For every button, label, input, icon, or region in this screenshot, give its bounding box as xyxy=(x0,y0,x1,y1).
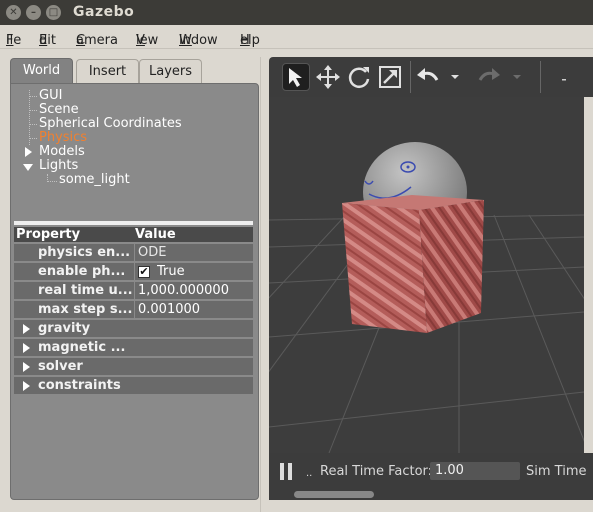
tree-guide-line xyxy=(29,124,37,125)
toolbar-overflow-icon[interactable] xyxy=(557,63,573,91)
window-maximize-button[interactable]: □ xyxy=(46,5,61,20)
tab-world[interactable]: World xyxy=(10,58,73,84)
property-value[interactable]: 1,000.000000 xyxy=(138,283,252,298)
scene-toolbar xyxy=(269,57,593,97)
world-panel: GUI Scene Spherical Coordinates Physics … xyxy=(10,83,259,500)
value-column-header: Value xyxy=(135,227,176,242)
property-group-magnetic[interactable]: magnetic ... xyxy=(14,339,253,357)
property-group-solver[interactable]: solver xyxy=(14,358,253,376)
time-panel: .. Real Time Factor: 1.00 Sim Time xyxy=(269,453,593,490)
tree-guide-line xyxy=(29,138,37,139)
property-group-constraints[interactable]: constraints xyxy=(14,377,253,395)
tab-insert[interactable]: Insert xyxy=(76,59,139,84)
property-name: physics en... xyxy=(38,245,131,260)
group-name: gravity xyxy=(38,321,91,336)
property-value[interactable]: 0.001000 xyxy=(138,302,252,317)
expand-icon[interactable] xyxy=(23,381,30,391)
undo-icon[interactable] xyxy=(414,63,442,91)
select-arrow-icon[interactable] xyxy=(282,63,310,91)
property-column-header: Property xyxy=(16,227,81,242)
box-model[interactable] xyxy=(342,203,427,333)
scene-viewport[interactable] xyxy=(269,97,584,453)
scrollbar-thumb[interactable] xyxy=(294,491,374,498)
group-name: magnetic ... xyxy=(38,340,126,355)
panel-splitter[interactable] xyxy=(14,221,253,225)
property-group-gravity[interactable]: gravity xyxy=(14,320,253,338)
property-name: max step s... xyxy=(38,302,133,317)
tree-item-models[interactable]: Models xyxy=(39,144,85,159)
expand-icon[interactable] xyxy=(23,362,30,372)
pause-icon xyxy=(280,463,284,480)
viewport-vertical-scrollbar[interactable] xyxy=(584,97,593,512)
tree-guide-line xyxy=(29,110,37,111)
tree-item-scene[interactable]: Scene xyxy=(39,102,79,117)
translate-icon[interactable] xyxy=(314,63,342,91)
step-menu[interactable]: .. xyxy=(306,468,312,479)
property-name: enable ph... xyxy=(38,264,126,279)
property-name: real time u... xyxy=(38,283,133,298)
tree-guide-line xyxy=(29,90,30,145)
enable-physics-checkbox[interactable]: ✔ xyxy=(138,266,150,278)
rotate-icon[interactable] xyxy=(345,63,373,91)
sim-time-label: Sim Time xyxy=(526,464,587,479)
real-time-factor-value: 1.00 xyxy=(430,462,520,480)
tree-item-some-light[interactable]: some_light xyxy=(59,172,130,187)
window-close-button[interactable]: ✕ xyxy=(6,5,21,20)
property-row[interactable]: real time u... 1,000.000000 xyxy=(14,282,253,300)
property-row[interactable]: enable ph... ✔ True xyxy=(14,263,253,281)
collapse-lights-icon[interactable] xyxy=(23,164,33,171)
box-side-face xyxy=(419,200,484,333)
real-time-factor-label: Real Time Factor: xyxy=(320,464,433,479)
tree-item-physics[interactable]: Physics xyxy=(39,130,87,145)
undo-dropdown-icon[interactable] xyxy=(447,63,463,91)
property-value: ODE xyxy=(138,245,167,260)
tree-item-spherical-coordinates[interactable]: Spherical Coordinates xyxy=(39,116,182,131)
redo-dropdown-icon[interactable] xyxy=(509,63,525,91)
scale-icon[interactable] xyxy=(376,63,404,91)
scene-render[interactable] xyxy=(269,97,584,453)
group-name: constraints xyxy=(38,378,121,393)
pane-divider[interactable] xyxy=(260,57,268,512)
tree-guide-line xyxy=(29,96,37,97)
expand-icon[interactable] xyxy=(23,324,30,334)
property-value: True xyxy=(157,264,185,279)
window-minimize-button[interactable]: – xyxy=(26,5,41,20)
expand-icon[interactable] xyxy=(23,343,30,353)
toolbar-separator xyxy=(540,61,541,93)
tree-guide-line xyxy=(47,181,57,182)
property-row[interactable]: max step s... 0.001000 xyxy=(14,301,253,319)
tree-item-gui[interactable]: GUI xyxy=(39,88,62,103)
sphere-face-pupil xyxy=(406,165,410,169)
redo-icon[interactable] xyxy=(475,63,503,91)
window-title: Gazebo xyxy=(73,4,135,20)
pause-icon xyxy=(288,463,292,480)
group-name: solver xyxy=(38,359,83,374)
pause-button[interactable] xyxy=(280,463,293,480)
title-bar: ✕ – □ Gazebo xyxy=(0,0,593,25)
properties-header: Property Value xyxy=(14,227,253,243)
toolbar-separator xyxy=(410,61,411,93)
bottom-horizontal-scrollbar[interactable] xyxy=(269,490,593,500)
menu-bar: File Edit Camera View Window Help xyxy=(0,25,593,49)
property-row[interactable]: physics en... ODE xyxy=(14,244,253,262)
tab-layers[interactable]: Layers xyxy=(139,59,202,84)
tree-item-lights[interactable]: Lights xyxy=(39,158,78,173)
expand-models-icon[interactable] xyxy=(25,147,32,157)
